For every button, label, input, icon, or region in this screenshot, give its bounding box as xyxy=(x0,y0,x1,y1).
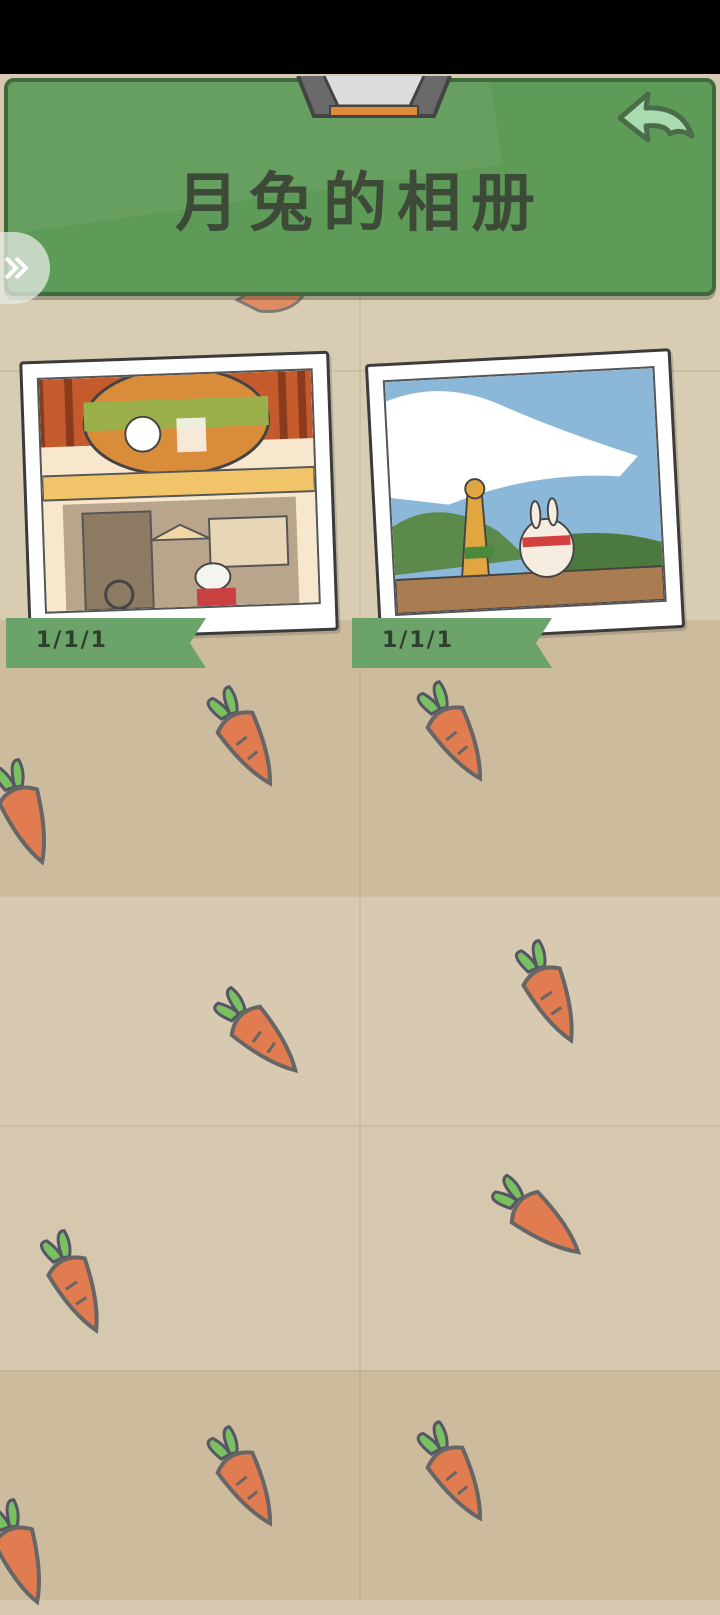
carrot-icon xyxy=(40,1229,99,1334)
photo-image-shop xyxy=(36,368,321,614)
photo-date: 1/1/1 xyxy=(36,628,108,653)
hanger-icon xyxy=(296,76,452,118)
page-title: 月兔的相册 xyxy=(175,167,545,241)
photo-card[interactable] xyxy=(19,350,339,642)
carrot-icon xyxy=(416,680,483,782)
date-ribbon: 1/1/1 xyxy=(352,618,552,668)
album-header: 月兔的相册 xyxy=(0,76,716,304)
carrot-icon xyxy=(0,1498,41,1606)
carrot-icon xyxy=(491,1173,582,1255)
carrot-icon xyxy=(206,685,273,787)
photo-card[interactable] xyxy=(364,348,686,644)
carrot-icon xyxy=(416,1420,483,1522)
carrot-icon xyxy=(0,758,46,866)
photo-image-bridge xyxy=(382,366,667,616)
carrot-icon xyxy=(515,939,574,1044)
chevron-right-icon xyxy=(4,256,29,280)
back-arrow-icon[interactable] xyxy=(610,88,700,158)
photo-date: 1/1/1 xyxy=(382,628,454,653)
status-bar xyxy=(0,0,720,74)
date-ribbon: 1/1/1 xyxy=(6,618,206,668)
carrot-icon xyxy=(206,1425,273,1527)
carrot-icon xyxy=(213,985,299,1074)
